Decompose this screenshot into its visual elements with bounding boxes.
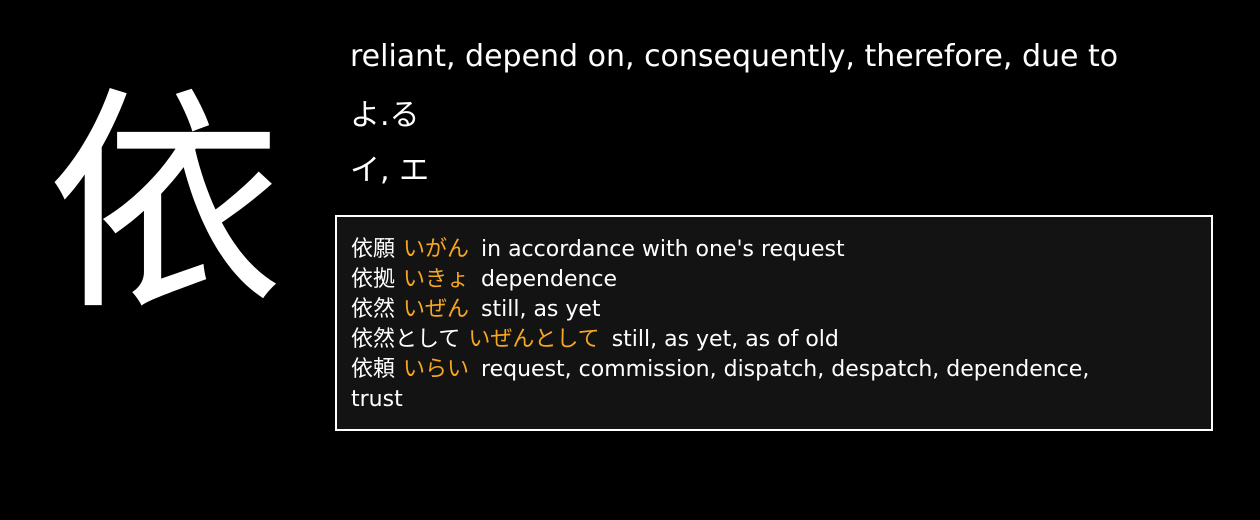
- vocab-reading: いぜんとして: [468, 327, 600, 352]
- vocab-word: 依拠: [351, 267, 396, 292]
- vocab-item: 依然 いぜん still, as yet: [351, 295, 1211, 325]
- vocab-gloss: still, as yet, as of old: [611, 327, 839, 352]
- vocab-reading: いぜん: [403, 297, 470, 322]
- vocab-gloss: still, as yet: [481, 297, 601, 322]
- on-reading: イ, エ: [350, 153, 430, 188]
- kun-reading: よ.る: [350, 98, 420, 133]
- vocab-item: 依然として いぜんとして still, as yet, as of old: [351, 325, 1211, 355]
- vocab-gloss: dependence: [481, 267, 618, 292]
- vocab-word: 依願: [351, 237, 396, 262]
- vocabulary-box: 依願 いがん in accordance with one's request 依拠…: [335, 215, 1213, 431]
- kanji-character: 依: [46, 67, 283, 342]
- vocab-item: 依願 いがん in accordance with one's request: [351, 235, 1211, 265]
- vocab-reading: いきょ: [403, 267, 470, 292]
- vocab-gloss: in accordance with one's request: [481, 237, 845, 262]
- vocab-reading: いがん: [403, 237, 470, 262]
- vocab-reading: いらい: [403, 357, 470, 382]
- kanji-meaning: reliant, depend on, consequently, theref…: [350, 39, 1119, 74]
- vocab-word: 依頼: [351, 357, 396, 382]
- vocab-item: 依拠 いきょ dependence: [351, 265, 1211, 295]
- vocab-word: 依然: [351, 297, 396, 322]
- vocab-item: 依頼 いらい request, commission, dispatch, desp…: [351, 355, 1131, 415]
- vocab-word: 依然として: [351, 327, 461, 352]
